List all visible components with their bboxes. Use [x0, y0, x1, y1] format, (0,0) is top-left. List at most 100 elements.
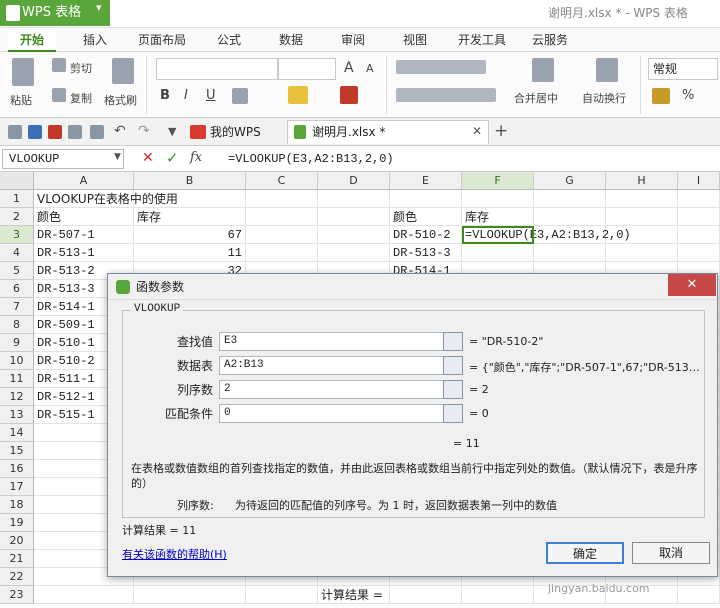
undo-icon[interactable]: ↶	[114, 124, 128, 139]
cell[interactable]	[606, 244, 678, 262]
bold-button[interactable]: B	[160, 88, 170, 103]
ok-button[interactable]: 确定	[546, 542, 624, 564]
column-header-f[interactable]: F	[462, 172, 534, 190]
column-header-h[interactable]: H	[606, 172, 678, 190]
range-select-icon[interactable]	[443, 380, 463, 399]
font-grow-button[interactable]: A	[344, 60, 354, 76]
cell[interactable]	[318, 190, 390, 208]
chevron-down-icon[interactable]: ▼	[114, 152, 121, 162]
cell[interactable]	[462, 586, 534, 604]
tab-home[interactable]: 开始	[8, 28, 56, 52]
cancel-button[interactable]: 取消	[632, 542, 710, 564]
save-icon[interactable]	[28, 125, 42, 139]
row-header-14[interactable]: 14	[0, 424, 34, 442]
select-all-corner[interactable]	[0, 172, 34, 190]
help-link[interactable]: 有关该函数的帮助(H)	[122, 546, 227, 562]
new-tab-button[interactable]: +	[494, 121, 508, 141]
cell[interactable]	[678, 244, 720, 262]
number-format-select[interactable]: 常规	[648, 58, 718, 80]
row-header-10[interactable]: 10	[0, 352, 34, 370]
print-icon[interactable]	[68, 125, 82, 139]
cell[interactable]	[606, 190, 678, 208]
align-icons[interactable]	[396, 60, 486, 74]
row-header-7[interactable]: 7	[0, 298, 34, 316]
cell[interactable]	[390, 586, 462, 604]
border-icon[interactable]	[232, 88, 248, 104]
row-header-13[interactable]: 13	[0, 406, 34, 424]
cell[interactable]	[246, 208, 318, 226]
open-icon[interactable]	[8, 125, 22, 139]
italic-button[interactable]: I	[184, 88, 188, 103]
pdf-icon[interactable]	[48, 125, 62, 139]
cell[interactable]	[246, 244, 318, 262]
redo-icon[interactable]: ↷	[138, 124, 152, 139]
enter-formula-button[interactable]: ✓	[166, 149, 179, 167]
dropdown-icon[interactable]: ▼	[168, 125, 182, 139]
cell[interactable]	[318, 226, 390, 244]
tab-insert[interactable]: 插入	[70, 28, 120, 52]
col-index-input[interactable]: 2	[219, 380, 445, 399]
cell[interactable]	[678, 190, 720, 208]
cell[interactable]	[534, 190, 606, 208]
row-header-5[interactable]: 5	[0, 262, 34, 280]
cell[interactable]	[34, 586, 134, 604]
font-shrink-button[interactable]: A	[366, 62, 374, 75]
formula-input[interactable]: =VLOOKUP(E3,A2:B13,2,0)	[228, 149, 394, 169]
tab-page-layout[interactable]: 页面布局	[130, 28, 194, 52]
column-header-g[interactable]: G	[534, 172, 606, 190]
row-header-2[interactable]: 2	[0, 208, 34, 226]
cell[interactable]	[678, 586, 720, 604]
close-tab-icon[interactable]: ✕	[472, 124, 482, 138]
underline-button[interactable]: U	[206, 88, 216, 103]
merge-icon[interactable]	[532, 58, 554, 82]
tab-data[interactable]: 数据	[268, 28, 314, 52]
merge-center-button[interactable]: 合并居中	[514, 90, 558, 106]
cell[interactable]	[678, 226, 720, 244]
range-lookup-input[interactable]: 0	[219, 404, 445, 423]
tab-view[interactable]: 视图	[392, 28, 438, 52]
cell[interactable]	[390, 190, 462, 208]
cell[interactable]	[246, 226, 318, 244]
row-header-22[interactable]: 22	[0, 568, 34, 586]
cell[interactable]	[318, 244, 390, 262]
row-header-19[interactable]: 19	[0, 514, 34, 532]
column-header-e[interactable]: E	[390, 172, 462, 190]
cancel-formula-button[interactable]: ✕	[142, 150, 154, 166]
paste-button[interactable]: 粘贴	[10, 92, 32, 108]
cell[interactable]	[534, 244, 606, 262]
lookup-value-input[interactable]: E3	[219, 332, 445, 351]
row-header-9[interactable]: 9	[0, 334, 34, 352]
row-header-11[interactable]: 11	[0, 370, 34, 388]
font-size-select[interactable]	[278, 58, 336, 80]
tab-formulas[interactable]: 公式	[206, 28, 252, 52]
fill-color-icon[interactable]	[288, 86, 308, 104]
row-header-8[interactable]: 8	[0, 316, 34, 334]
wrap-text-button[interactable]: 自动换行	[582, 90, 626, 106]
paste-icon[interactable]	[12, 58, 34, 86]
name-box[interactable]: VLOOKUP	[2, 149, 124, 169]
row-header-15[interactable]: 15	[0, 442, 34, 460]
row-header-1[interactable]: 1	[0, 190, 34, 208]
column-header-a[interactable]: A	[34, 172, 134, 190]
row-header-12[interactable]: 12	[0, 388, 34, 406]
tab-developer[interactable]: 开发工具	[450, 28, 514, 52]
currency-icon[interactable]	[652, 88, 670, 104]
range-select-icon[interactable]	[443, 356, 463, 375]
cell[interactable]	[246, 190, 318, 208]
cut-button[interactable]: 剪切	[70, 60, 92, 76]
row-header-23[interactable]: 23	[0, 586, 34, 604]
range-select-icon[interactable]	[443, 404, 463, 423]
row-header-4[interactable]: 4	[0, 244, 34, 262]
tab-review[interactable]: 审阅	[330, 28, 376, 52]
preview-icon[interactable]	[90, 125, 104, 139]
row-header-18[interactable]: 18	[0, 496, 34, 514]
cell[interactable]	[534, 208, 606, 226]
row-header-17[interactable]: 17	[0, 478, 34, 496]
row-header-6[interactable]: 6	[0, 280, 34, 298]
tab-my-wps[interactable]: 我的WPS	[188, 120, 284, 144]
table-array-input[interactable]: A2:B13	[219, 356, 445, 375]
range-select-icon[interactable]	[443, 332, 463, 351]
cell[interactable]	[134, 586, 246, 604]
wrap-icon[interactable]	[596, 58, 618, 82]
row-header-20[interactable]: 20	[0, 532, 34, 550]
